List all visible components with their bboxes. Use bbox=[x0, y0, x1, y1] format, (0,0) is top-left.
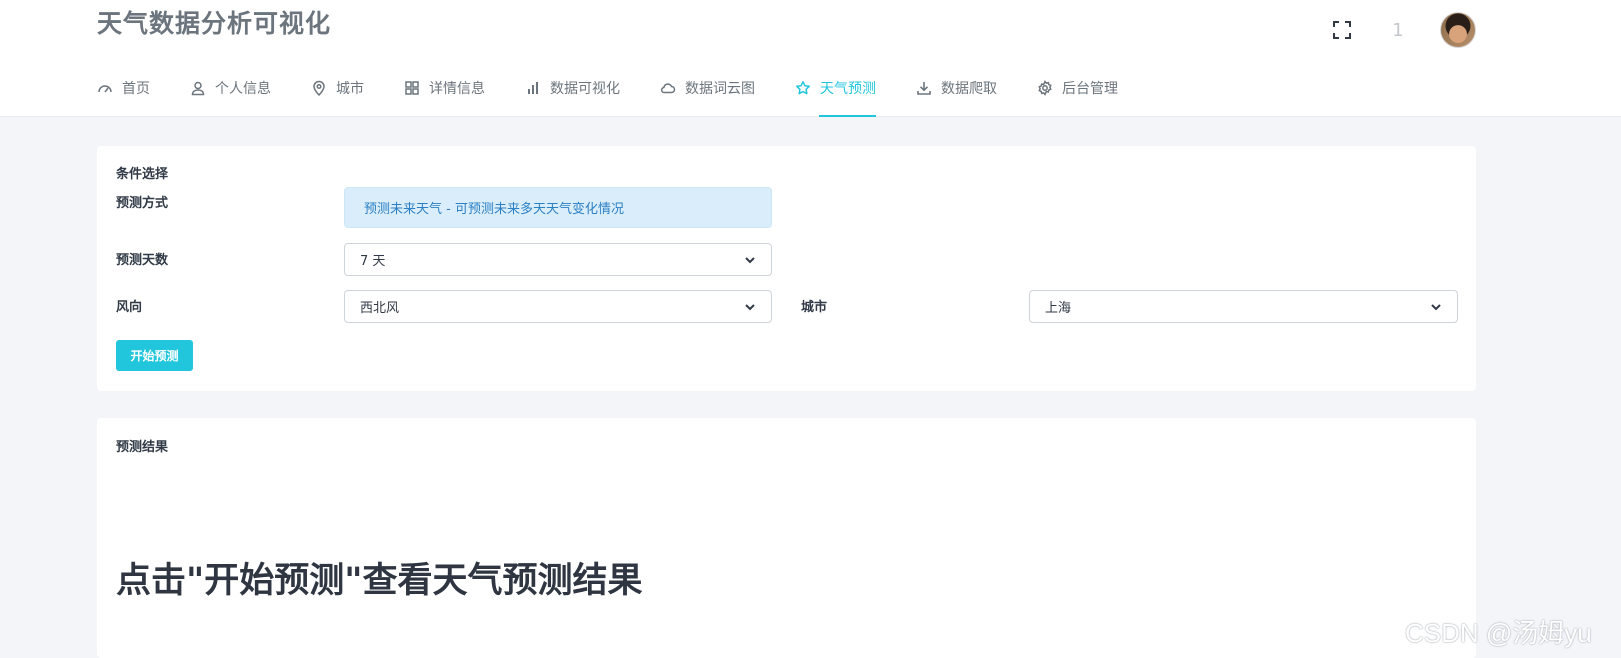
nav-item-visualization[interactable]: 数据可视化 bbox=[525, 66, 620, 110]
chevron-down-icon bbox=[744, 254, 756, 266]
fullscreen-icon bbox=[1333, 21, 1351, 39]
chevron-down-icon bbox=[1430, 301, 1442, 313]
days-select-value: 7 天 bbox=[360, 254, 386, 269]
nav-label: 数据词云图 bbox=[685, 81, 755, 97]
days-select[interactable]: 7 天 bbox=[344, 243, 772, 276]
wind-select-value: 西北风 bbox=[360, 301, 400, 316]
method-label: 预测方式 bbox=[116, 196, 169, 211]
wind-select[interactable]: 西北风 bbox=[344, 290, 772, 323]
user-icon bbox=[190, 80, 206, 96]
nav-item-home[interactable]: 首页 bbox=[97, 66, 150, 110]
fullscreen-button[interactable] bbox=[1328, 16, 1356, 44]
star-icon bbox=[795, 80, 811, 96]
method-info-alert: 预测未来天气 - 可预测未来多天天气变化情况 bbox=[344, 187, 772, 228]
map-pin-icon bbox=[311, 80, 327, 96]
nav-item-city[interactable]: 城市 bbox=[311, 66, 364, 110]
top-actions: 1 bbox=[1328, 12, 1476, 48]
nav-item-forecast[interactable]: 天气预测 bbox=[795, 66, 876, 117]
avatar[interactable] bbox=[1440, 12, 1476, 48]
method-info-text: 预测未来天气 - 可预测未来多天天气变化情况 bbox=[364, 202, 624, 217]
days-label: 预测天数 bbox=[116, 253, 169, 268]
grid-icon bbox=[404, 80, 420, 96]
bar-chart-icon bbox=[525, 80, 541, 96]
start-forecast-button[interactable]: 开始预测 bbox=[116, 340, 193, 371]
nav-item-admin[interactable]: 后台管理 bbox=[1037, 66, 1118, 110]
app-title: 天气数据分析可视化 bbox=[97, 9, 332, 38]
conditions-card: 条件选择 预测方式 预测未来天气 - 可预测未来多天天气变化情况 预测天数 7 … bbox=[97, 146, 1476, 391]
gear-icon bbox=[1037, 80, 1053, 96]
top-bar: 天气数据分析可视化 1 首页 个人信息 城市 详情信息 数据可视化 数据词云图 … bbox=[0, 0, 1621, 117]
dashboard-icon bbox=[97, 80, 113, 96]
main-nav: 首页 个人信息 城市 详情信息 数据可视化 数据词云图 天气预测 数据爬取 后台… bbox=[97, 66, 1158, 117]
nav-item-details[interactable]: 详情信息 bbox=[404, 66, 485, 110]
result-hint: 点击"开始预测"查看天气预测结果 bbox=[116, 561, 643, 601]
nav-label: 数据爬取 bbox=[941, 81, 997, 97]
nav-label: 后台管理 bbox=[1062, 81, 1118, 97]
nav-label: 详情信息 bbox=[429, 81, 485, 97]
notification-count[interactable]: 1 bbox=[1388, 20, 1408, 41]
city-select-value: 上海 bbox=[1045, 301, 1072, 316]
nav-label: 天气预测 bbox=[820, 81, 876, 97]
nav-label: 个人信息 bbox=[215, 81, 271, 97]
conditions-heading: 条件选择 bbox=[116, 167, 169, 182]
nav-item-profile[interactable]: 个人信息 bbox=[190, 66, 271, 110]
cloud-icon bbox=[660, 80, 676, 96]
nav-label: 首页 bbox=[122, 81, 150, 97]
chevron-down-icon bbox=[744, 301, 756, 313]
nav-label: 数据可视化 bbox=[550, 81, 620, 97]
result-card: 预测结果 点击"开始预测"查看天气预测结果 bbox=[97, 418, 1476, 658]
wind-label: 风向 bbox=[116, 300, 143, 315]
download-icon bbox=[916, 80, 932, 96]
result-heading: 预测结果 bbox=[116, 440, 169, 455]
nav-label: 城市 bbox=[336, 81, 364, 97]
nav-item-wordcloud[interactable]: 数据词云图 bbox=[660, 66, 755, 110]
nav-item-crawler[interactable]: 数据爬取 bbox=[916, 66, 997, 110]
city-select[interactable]: 上海 bbox=[1029, 290, 1458, 323]
watermark: CSDN @汤姆yu bbox=[1405, 618, 1592, 648]
city-label: 城市 bbox=[801, 300, 828, 315]
